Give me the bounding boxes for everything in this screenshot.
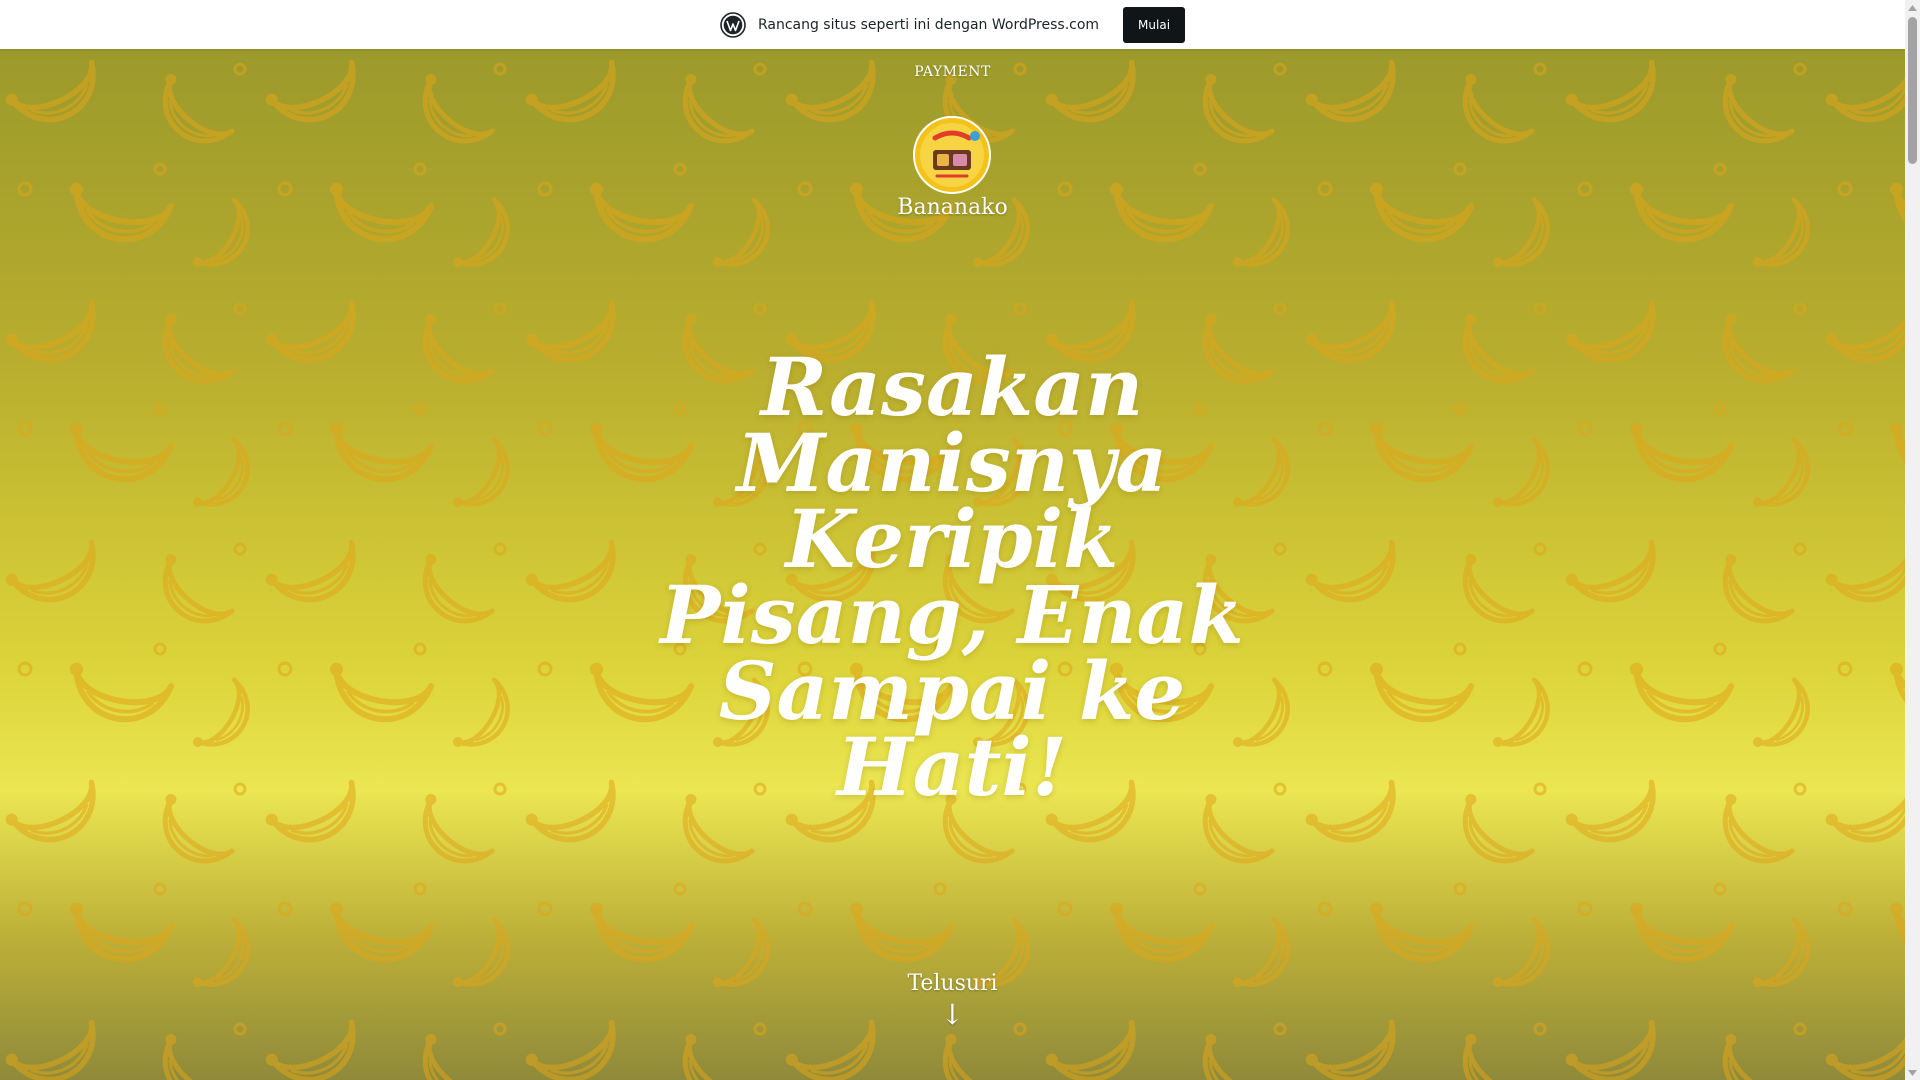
start-button[interactable]: Mulai xyxy=(1123,6,1186,43)
site-title[interactable]: Bananako xyxy=(0,195,1905,220)
scroll-down-icon[interactable] xyxy=(1905,1065,1920,1080)
wordpress-banner: Rancang situs seperti ini dengan WordPre… xyxy=(0,0,1905,49)
hero-heading: Rasakan Manisnya Keripik Pisang, Enak Sa… xyxy=(660,340,1244,814)
menu-item-payment[interactable]: PAYMENT xyxy=(0,64,1905,80)
wordpress-logo-icon[interactable] xyxy=(720,11,746,38)
site-logo-icon[interactable] xyxy=(913,116,991,194)
wordpress-banner-inner: Rancang situs seperti ini dengan WordPre… xyxy=(720,6,1186,43)
vertical-scrollbar[interactable] xyxy=(1905,0,1920,1080)
scrollbar-thumb[interactable] xyxy=(1908,17,1917,164)
arrow-down-icon[interactable]: ↓ xyxy=(0,998,1905,1031)
wordpress-banner-text: Rancang situs seperti ini dengan WordPre… xyxy=(757,16,1100,33)
scroll-up-icon[interactable] xyxy=(1905,0,1920,15)
hero-section: PAYMENT Bananako Rasakan Manisnya Keripi… xyxy=(0,49,1905,1080)
explore-label[interactable]: Telusuri xyxy=(0,971,1905,996)
hero-content: PAYMENT Bananako Rasakan Manisnya Keripi… xyxy=(0,49,1905,1080)
explore-link[interactable]: Telusuri ↓ xyxy=(0,971,1905,1031)
